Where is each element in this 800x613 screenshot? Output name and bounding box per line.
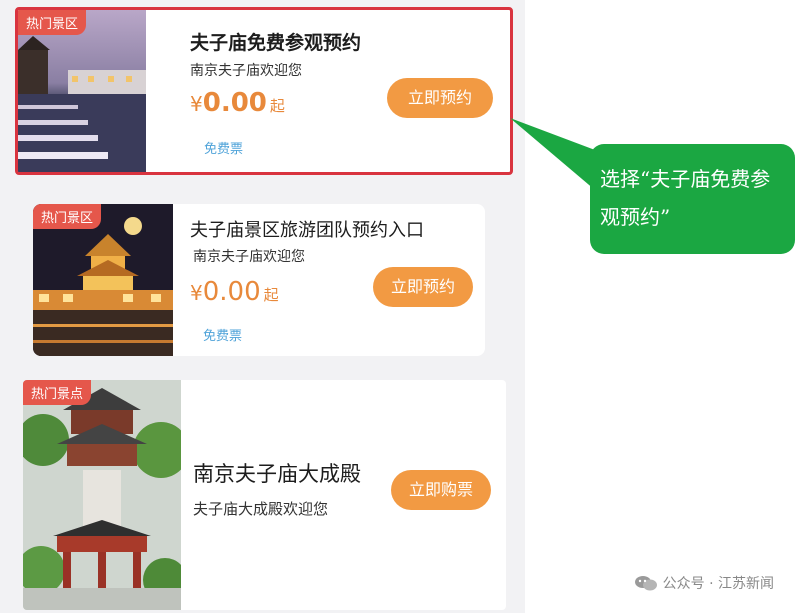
ticket-type: 免费票 — [204, 142, 244, 157]
ticket-card-dacheng-hall[interactable]: 热门景点 南京夫子庙大成殿 夫子庙大成殿欢迎您 立即购票 — [23, 380, 506, 610]
card-subtitle: 南京夫子庙欢迎您 — [193, 249, 305, 265]
price-unit: 起 — [269, 97, 285, 115]
hot-tag: 热门景区 — [33, 204, 102, 229]
hot-tag: 热门景区 — [18, 10, 87, 35]
ticket-card-group-reservation[interactable]: 热门景区 夫子庙景区旅游团队预约入口 南京夫子庙欢迎您 ¥0.00 起 免费票 立… — [33, 204, 485, 356]
card-title: 夫子庙景区旅游团队预约入口 — [190, 220, 424, 241]
currency-symbol: ¥ — [190, 92, 203, 116]
card-subtitle: 南京夫子庙欢迎您 — [190, 63, 302, 79]
card-subtitle: 夫子庙大成殿欢迎您 — [193, 500, 329, 518]
temple-aerial-image — [23, 380, 181, 610]
price-value: 0.00 — [202, 88, 267, 118]
card-thumbnail: 热门景区 — [18, 10, 146, 172]
price: ¥0.00 起 — [190, 277, 279, 307]
card-thumbnail: 热门景点 — [23, 380, 181, 610]
callout-text: 选择“夫子庙免费参观预约” — [600, 167, 771, 229]
currency-symbol: ¥ — [190, 281, 203, 305]
card-thumbnail: 热门景区 — [33, 204, 173, 356]
wechat-icon — [634, 575, 657, 591]
ticket-card-free-visit[interactable]: 热门景区 夫子庙免费参观预约 南京夫子庙欢迎您 ¥0.00 起 免费票 立即预约 — [15, 7, 513, 175]
hot-tag: 热门景点 — [23, 380, 92, 405]
buy-ticket-button[interactable]: 立即购票 — [391, 470, 491, 510]
card-title: 夫子庙免费参观预约 — [190, 32, 362, 54]
price-value: 0.00 — [202, 277, 261, 307]
card-title: 南京夫子庙大成殿 — [193, 462, 361, 486]
watermark-text: 公众号 · 江苏新闻 — [662, 576, 774, 592]
price: ¥0.00 起 — [190, 88, 285, 118]
ticket-type: 免费票 — [203, 329, 243, 344]
watermark: 公众号 · 江苏新闻 — [634, 573, 774, 593]
price-unit: 起 — [263, 286, 279, 304]
reserve-button[interactable]: 立即预约 — [387, 78, 493, 118]
reserve-button[interactable]: 立即预约 — [373, 267, 473, 307]
